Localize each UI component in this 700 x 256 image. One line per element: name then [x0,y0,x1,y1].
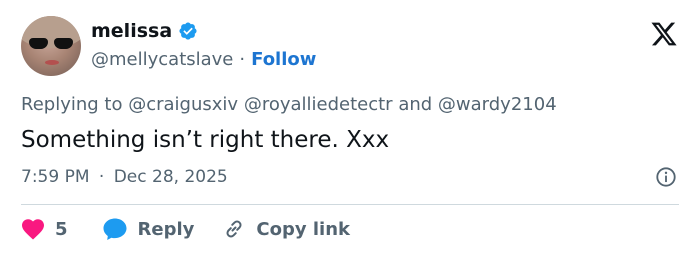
separator-dot: · [98,167,105,187]
link-icon [226,220,242,238]
handle-row: @mellycatslave · Follow [91,48,316,72]
avatar-lips [45,60,59,65]
verified-badge-icon [179,22,197,40]
separator-dot: · [239,49,246,70]
reply-label: Reply [137,218,195,240]
mention-link[interactable]: @wardy2104 [438,94,557,115]
action-bar: 5 Reply Copy link [21,216,350,242]
mention-link[interactable]: @craigusxiv [128,94,238,115]
avatar[interactable] [21,16,81,76]
tweet-text: Something isn’t right there. Xxx [21,127,390,153]
replying-prefix: Replying to [21,94,123,115]
and-word: and [398,94,433,115]
avatar-sunglasses [29,38,73,50]
speech-bubble-icon [103,218,127,240]
info-icon[interactable] [655,166,677,188]
copy-link-button[interactable]: Copy link [222,217,350,241]
x-logo-icon[interactable] [650,20,678,48]
like-button[interactable]: 5 [21,218,68,240]
author-handle[interactable]: @mellycatslave [91,48,233,72]
tweet-date[interactable]: Dec 28, 2025 [114,167,228,187]
tweet-meta: 7:59 PM · Dec 28, 2025 [21,166,228,188]
divider [21,204,679,205]
author-name-row: melissa [91,19,198,43]
tweet-time[interactable]: 7:59 PM [21,167,90,187]
mention-link[interactable]: @royalliedetectr [244,94,393,115]
author-name[interactable]: melissa [91,19,172,43]
replying-to: Replying to @craigusxiv @royalliedetectr… [21,93,557,117]
follow-button[interactable]: Follow [251,48,316,72]
like-count: 5 [55,218,68,240]
heart-icon [22,219,44,240]
copy-link-label: Copy link [256,218,350,240]
reply-button[interactable]: Reply [102,217,195,241]
